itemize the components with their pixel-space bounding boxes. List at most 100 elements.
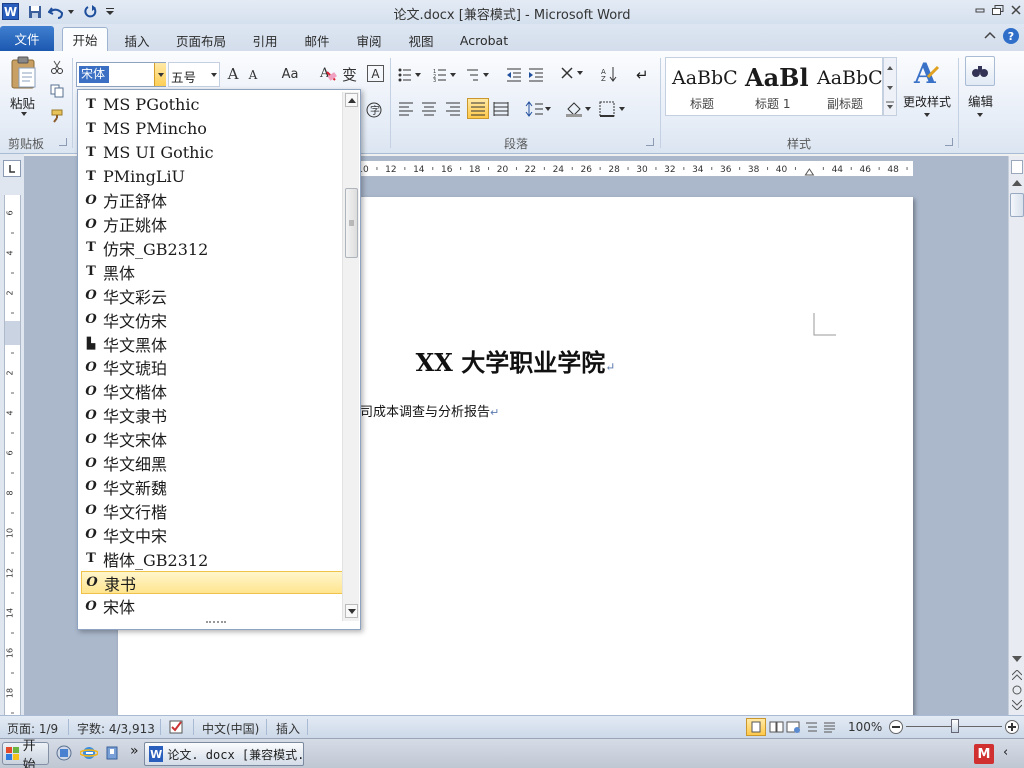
font-size-dropdown-icon[interactable] [211, 73, 217, 77]
tab-selector[interactable] [3, 160, 21, 177]
resize-grip-icon[interactable] [206, 621, 226, 625]
bullets-icon[interactable] [398, 68, 422, 82]
change-styles-dropdown-icon[interactable] [924, 113, 930, 117]
scroll-thumb[interactable] [1010, 193, 1024, 217]
change-case-button[interactable]: Aa [278, 64, 302, 84]
font-list-scrollbar[interactable] [342, 92, 359, 621]
ruler-toggle-icon[interactable] [1011, 160, 1023, 174]
vertical-ruler[interactable]: 6 4 2 2 4 6 8 10 12 14 16 18 [4, 195, 21, 715]
font-list-scroll-up-icon[interactable] [345, 93, 358, 107]
copy-icon[interactable] [50, 84, 64, 98]
font-list-item[interactable]: O 华文仿宋 [81, 308, 343, 331]
tab-insert[interactable]: 插入 [120, 29, 154, 51]
font-list-item[interactable]: O 华文隶书 [81, 404, 343, 427]
tab-page-layout[interactable]: 页面布局 [172, 29, 230, 51]
font-size-combobox[interactable]: 五号 [168, 62, 220, 87]
font-list-item[interactable]: T 楷体_GB2312 [81, 547, 343, 570]
font-list-item[interactable]: O 华文琥珀 [81, 356, 343, 379]
change-styles-label[interactable]: 更改样式 [903, 93, 951, 110]
tab-references[interactable]: 引用 [248, 29, 282, 51]
paste-label[interactable]: 粘贴 [10, 93, 35, 112]
font-list-item[interactable]: ▙ 华文黑体 [81, 332, 343, 355]
tray-expand-icon[interactable]: ‹ [1003, 745, 1008, 760]
paste-dropdown-icon[interactable] [21, 112, 27, 116]
font-list-item[interactable]: O 华文行楷 [81, 499, 343, 522]
font-list-item[interactable]: O 华文宋体 [81, 428, 343, 451]
font-dropdown-list[interactable]: T MS PGothic T MS PMincho T MS UI Gothic T PMin… [77, 89, 361, 630]
font-list-item[interactable]: T 仿宋_GB2312 [81, 236, 343, 259]
font-list-item[interactable]: T PMingLiU [81, 165, 343, 188]
font-list-scroll-thumb[interactable] [345, 188, 358, 258]
font-name-dropdown-icon[interactable] [154, 63, 166, 86]
font-list-item[interactable]: O 华文细黑 [81, 452, 343, 475]
full-screen-reading-icon[interactable] [769, 720, 785, 734]
quicklaunch-tool-icon[interactable] [104, 745, 120, 761]
align-left-icon[interactable] [398, 102, 414, 116]
font-list-item[interactable]: O 宋体 [81, 595, 343, 618]
tab-review[interactable]: 审阅 [352, 29, 386, 51]
font-name-combobox[interactable]: 宋体 [76, 62, 166, 87]
enclose-characters-icon[interactable]: 字 [366, 102, 382, 118]
zoom-slider-thumb[interactable] [951, 719, 959, 733]
font-list-item[interactable]: O 华文彩云 [81, 284, 343, 307]
font-list-item[interactable]: T 黑体 [81, 260, 343, 283]
restore-icon[interactable] [990, 3, 1006, 17]
tray-m-icon[interactable]: M [974, 744, 994, 764]
right-indent-marker[interactable] [804, 168, 815, 176]
sort-icon[interactable]: AZ [601, 66, 619, 82]
editing-dropdown-icon[interactable] [977, 113, 983, 117]
find-binoculars-icon[interactable] [965, 56, 995, 86]
justify-icon[interactable] [467, 98, 489, 119]
align-right-icon[interactable] [445, 102, 461, 116]
horizontal-ruler[interactable]: 10 12 14 16 18 20 22 24 26 28 30 32 34 36 38 40 44 46 48 [360, 160, 913, 177]
show-marks-icon[interactable]: ↵ [636, 66, 649, 84]
zoom-level[interactable]: 100% [848, 720, 882, 734]
quicklaunch-more-icon[interactable]: » [130, 743, 139, 759]
phonetic-guide-icon[interactable]: 变 [342, 64, 357, 85]
tab-home[interactable]: 开始 [62, 27, 108, 51]
cut-icon[interactable] [50, 60, 64, 74]
change-styles-icon[interactable]: A [910, 57, 940, 87]
styles-launcher-icon[interactable] [945, 138, 953, 146]
align-center-icon[interactable] [421, 102, 437, 116]
vertical-scrollbar[interactable] [1008, 156, 1024, 716]
font-list-item[interactable]: O 华文新魏 [81, 475, 343, 498]
character-border-button[interactable]: A [367, 65, 384, 82]
style-subtitle[interactable]: AaBbC 副标题 [813, 59, 883, 113]
outline-view-icon[interactable] [804, 720, 820, 734]
scroll-up-icon[interactable] [1012, 180, 1022, 186]
paste-icon[interactable] [8, 56, 40, 90]
font-list-item[interactable]: O 方正舒体 [81, 189, 343, 212]
font-list-item[interactable]: O 方正姚体 [81, 213, 343, 236]
multilevel-list-icon[interactable] [466, 68, 490, 82]
quicklaunch-app-icon[interactable] [56, 745, 72, 761]
increase-indent-icon[interactable] [528, 68, 544, 82]
grow-font-button[interactable]: A [224, 64, 242, 84]
tab-file[interactable]: 文件 [0, 26, 54, 51]
clipboard-launcher-icon[interactable] [59, 138, 67, 146]
chinese-layout-icon[interactable] [560, 66, 584, 82]
previous-page-icon[interactable] [1012, 670, 1022, 680]
font-list-item[interactable]: O 华文楷体 [81, 380, 343, 403]
style-title[interactable]: AaBbC 标题 [668, 59, 738, 113]
help-icon[interactable]: ? [1003, 28, 1019, 44]
next-page-icon[interactable] [1012, 700, 1022, 710]
font-list-item[interactable]: T MS PGothic [81, 93, 343, 116]
tab-view[interactable]: 视图 [404, 29, 438, 51]
editing-label[interactable]: 编辑 [968, 91, 993, 110]
format-painter-icon[interactable] [50, 109, 64, 123]
distributed-icon[interactable] [493, 102, 509, 116]
language-indicator[interactable]: 中文(中国) [202, 720, 259, 737]
decrease-indent-icon[interactable] [506, 68, 522, 82]
proofing-icon[interactable] [169, 719, 187, 735]
minimize-ribbon-icon[interactable] [984, 31, 996, 39]
font-list-scroll-down-icon[interactable] [345, 604, 358, 618]
document-subtitle[interactable]: 司成本调查与分析报告↵ [360, 401, 499, 420]
word-count[interactable]: 字数: 4/3,913 [77, 720, 155, 737]
ie-browser-icon[interactable] [80, 745, 98, 761]
tab-acrobat[interactable]: Acrobat [456, 29, 512, 51]
taskbar-word-window[interactable]: W 论文. docx [兼容模式... [144, 742, 304, 766]
zoom-out-icon[interactable] [889, 720, 903, 734]
numbering-icon[interactable]: 123 [433, 68, 457, 82]
font-size-value[interactable]: 五号 [171, 67, 196, 86]
